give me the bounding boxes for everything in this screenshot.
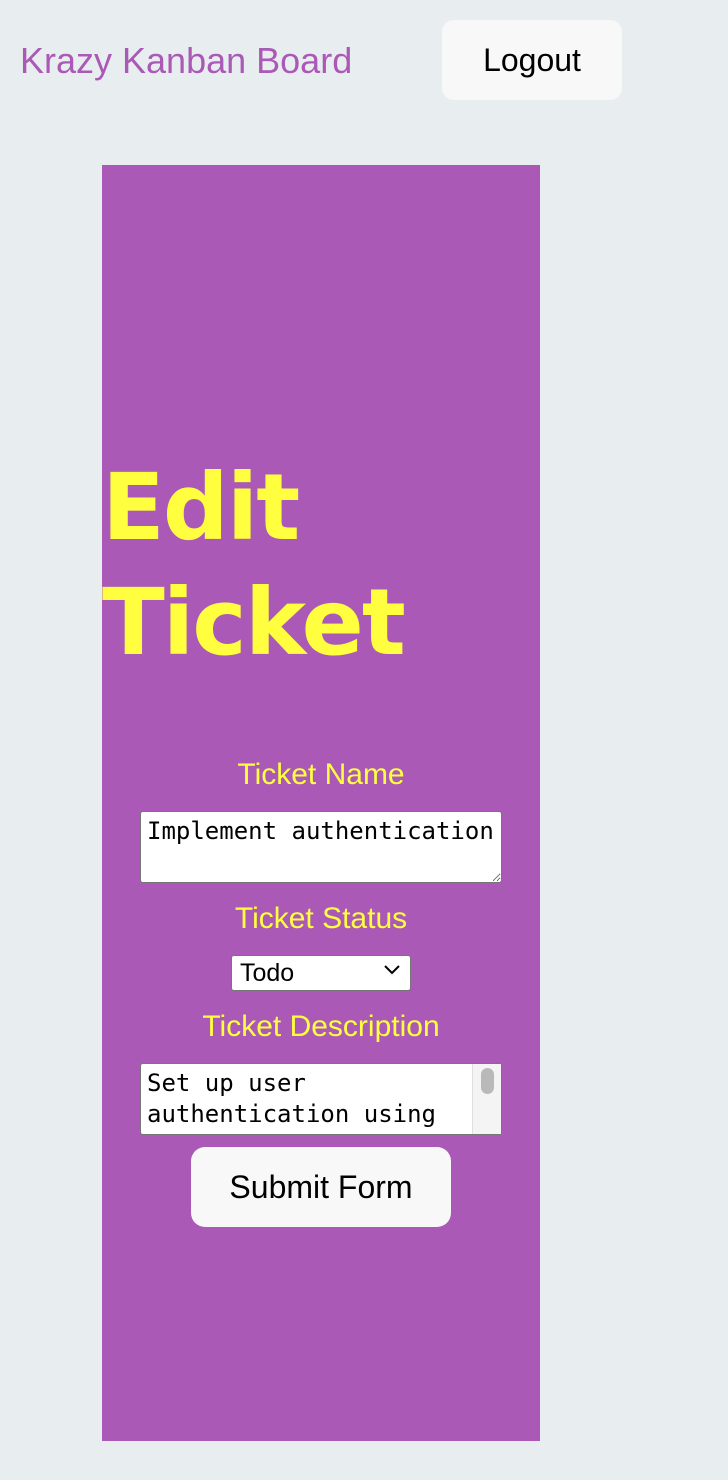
submit-form-button[interactable]: Submit Form (191, 1147, 451, 1227)
ticket-description-label: Ticket Description (202, 1010, 440, 1043)
ticket-status-label: Ticket Status (234, 902, 408, 935)
ticket-name-input[interactable]: Implement authentication (140, 811, 502, 883)
ticket-status-select[interactable]: Todo (231, 955, 411, 991)
edit-ticket-panel: Edit Ticket Ticket Name Implement authen… (102, 165, 540, 1441)
ticket-name-label: Ticket Name (237, 758, 405, 791)
chevron-down-icon (384, 965, 400, 975)
description-scrollbar[interactable] (472, 1064, 501, 1134)
scrollbar-thumb[interactable] (481, 1068, 494, 1094)
page-title: Edit Ticket (102, 454, 406, 676)
logout-button[interactable]: Logout (442, 20, 622, 100)
ticket-description-input[interactable]: Set up user authentication using (140, 1063, 502, 1135)
app-title: Krazy Kanban Board (20, 40, 353, 81)
status-selected-value: Todo (240, 959, 295, 987)
